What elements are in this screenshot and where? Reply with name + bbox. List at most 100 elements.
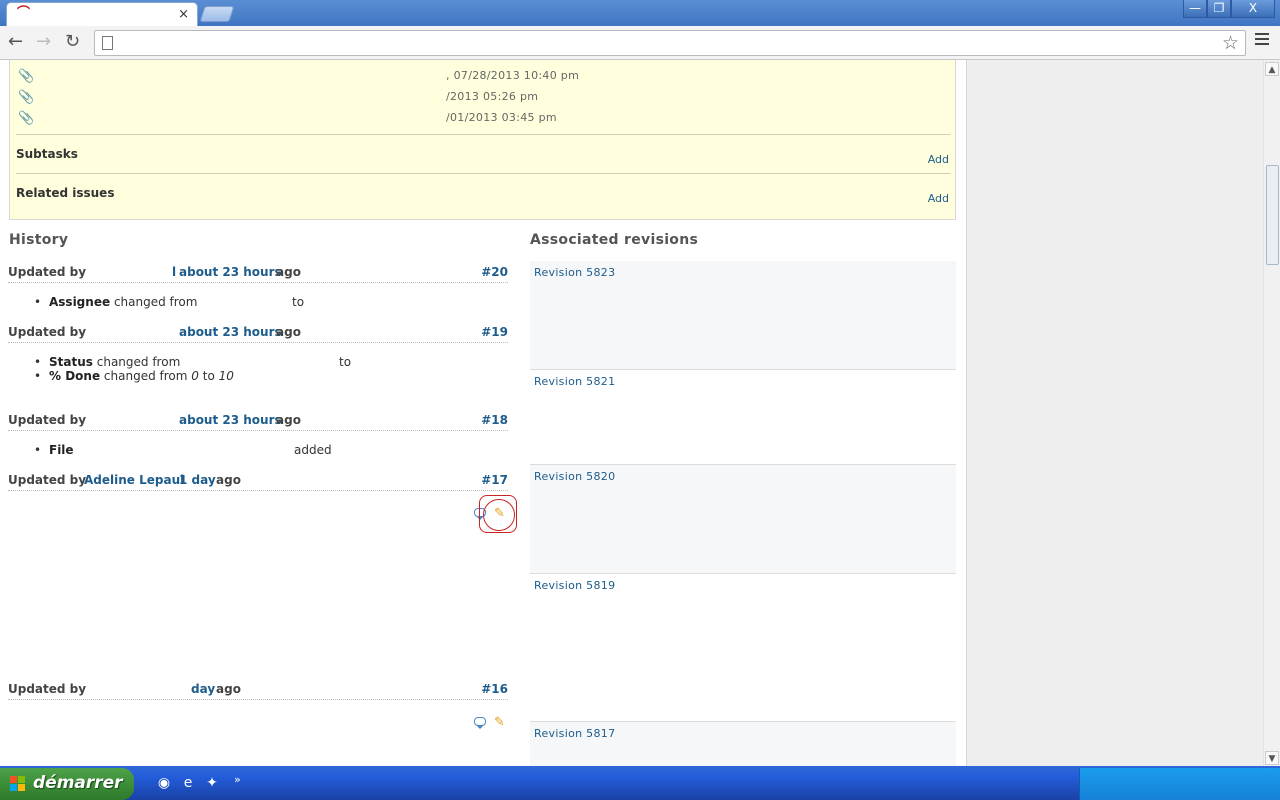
journal-number-link[interactable]: #19 (481, 325, 508, 339)
paperclip-icon: 📎 (18, 111, 35, 126)
redmine-favicon-icon: ⌒ (17, 6, 31, 21)
associated-revisions-title: Associated revisions (530, 232, 699, 248)
subtasks-heading: Subtasks (16, 147, 78, 161)
journal-time-link[interactable]: about 23 hours (179, 265, 282, 279)
page-scrollbar[interactable]: ▲ ▼ (1263, 60, 1280, 766)
revision-item: Revision 5820 (530, 465, 956, 574)
edit-pencil-icon[interactable]: ✎ (494, 715, 505, 730)
scroll-up-icon[interactable]: ▲ (1265, 62, 1279, 76)
journal-header: Updated by about 23 hours ago #19 (8, 325, 508, 343)
ago-label: ago (276, 265, 301, 279)
journal-header: Updated by about 23 hours ago #18 (8, 413, 508, 431)
detail-text: changed from (113, 295, 198, 309)
journal-number-link[interactable]: #17 (481, 473, 508, 487)
app-quicklaunch-icon[interactable]: ✦ (204, 775, 220, 791)
detail-text: changed from (96, 355, 181, 369)
revision-link[interactable]: Revision 5820 (534, 470, 615, 483)
journal-time-link[interactable]: 1 day (179, 473, 216, 487)
revision-link[interactable]: Revision 5817 (534, 727, 615, 740)
attachment-date: , 07/28/2013 10:40 pm (446, 69, 580, 82)
journal-header: Updated by l about 23 hours ago #20 (8, 265, 508, 283)
add-related-issue-link[interactable]: Add (928, 192, 949, 205)
ago-label: ago (276, 325, 301, 339)
journal-number-link[interactable]: #20 (481, 265, 508, 279)
scroll-down-icon[interactable]: ▼ (1265, 751, 1279, 765)
detail-field: % Done (49, 369, 101, 383)
revision-link[interactable]: Revision 5821 (534, 375, 615, 388)
reload-icon[interactable]: ↻ (65, 33, 80, 51)
restore-button[interactable]: ❐ (1207, 0, 1231, 18)
quote-comment-icon[interactable] (474, 717, 486, 729)
system-tray (1079, 768, 1280, 800)
journal-number-link[interactable]: #16 (481, 682, 508, 696)
updated-by-label: Updated by (8, 473, 87, 487)
journal-time-link[interactable]: about 23 hours (179, 325, 282, 339)
browser-toolbar: ← → ↻ ☆ (0, 26, 1280, 60)
revision-link[interactable]: Revision 5823 (534, 266, 615, 279)
windows-logo-icon (10, 776, 26, 792)
updated-by-label: Updated by (8, 413, 87, 427)
forward-icon[interactable]: → (36, 33, 51, 51)
journal-time-link[interactable]: day (191, 682, 215, 696)
attachment-date: /01/2013 03:45 pm (446, 111, 557, 124)
windows-taskbar: démarrer ◉ e ✦ » (0, 766, 1280, 800)
revision-link[interactable]: Revision 5819 (534, 579, 615, 592)
address-bar[interactable]: ☆ (94, 30, 1246, 56)
journal-author-link[interactable]: Adeline Lepaul (84, 473, 184, 487)
tab-close-icon[interactable]: × (178, 7, 189, 22)
quick-launch-more-icon[interactable]: » (234, 773, 241, 786)
revision-item: Revision 5817 (530, 722, 956, 766)
paperclip-icon: 📎 (18, 90, 35, 105)
browser-tab[interactable]: ⌒ × (6, 2, 198, 26)
detail-field: Status (49, 355, 93, 369)
updated-by-label: Updated by (8, 265, 87, 279)
back-icon[interactable]: ← (8, 33, 23, 51)
chrome-menu-icon[interactable] (1255, 33, 1269, 47)
sidebar (966, 60, 1263, 766)
chrome-quicklaunch-icon[interactable]: ◉ (156, 775, 172, 791)
attachment-date: /2013 05:26 pm (446, 90, 539, 103)
journal-header: Updated by Adeline Lepaul 1 day ago #17 (8, 473, 508, 491)
history-title: History (9, 232, 69, 248)
paperclip-icon: 📎 (18, 69, 35, 84)
minimize-button[interactable]: — (1183, 0, 1207, 18)
attachment-row: 📎 /2013 05:26 pm (18, 90, 948, 106)
divider (16, 134, 950, 135)
issue-details-box: 📎 , 07/28/2013 10:40 pm 📎 /2013 05:26 pm… (9, 60, 956, 220)
related-issues-heading: Related issues (16, 186, 115, 200)
detail-old-value: 0 (191, 369, 199, 383)
ago-label: ago (216, 682, 241, 696)
browser-titlebar: ⌒ × — ❐ X (0, 0, 1280, 26)
journal-number-link[interactable]: #18 (481, 413, 508, 427)
journal-actions: ✎ (474, 715, 514, 733)
close-window-button[interactable]: X (1231, 0, 1275, 18)
detail-field: Assignee (49, 295, 111, 309)
click-highlight-marker (479, 495, 517, 533)
detail-text: changed from (103, 369, 188, 383)
ago-label: ago (216, 473, 241, 487)
start-button[interactable]: démarrer (0, 768, 134, 800)
detail-to: to (292, 295, 305, 309)
journal-author-link[interactable]: l (172, 265, 176, 279)
page-viewport: 📎 , 07/28/2013 10:40 pm 📎 /2013 05:26 pm… (0, 60, 1263, 766)
internet-explorer-icon[interactable]: e (180, 775, 196, 791)
page-icon (102, 36, 113, 50)
scroll-thumb[interactable] (1266, 165, 1279, 265)
divider (16, 173, 950, 174)
attachment-row: 📎 , 07/28/2013 10:40 pm (18, 69, 948, 85)
updated-by-label: Updated by (8, 682, 87, 696)
revision-item: Revision 5819 (530, 574, 956, 722)
detail-field: File (49, 443, 74, 457)
attachment-row: 📎 /01/2013 03:45 pm (18, 111, 948, 127)
bookmark-star-icon[interactable]: ☆ (1222, 32, 1239, 54)
ago-label: ago (276, 413, 301, 427)
journal-time-link[interactable]: about 23 hours (179, 413, 282, 427)
new-tab-button[interactable] (199, 6, 235, 22)
detail-text: added (294, 443, 332, 457)
detail-new-value: 10 (218, 369, 234, 383)
add-subtask-link[interactable]: Add (928, 153, 949, 166)
updated-by-label: Updated by (8, 325, 87, 339)
detail-to: to (339, 355, 352, 369)
start-label: démarrer (33, 773, 123, 793)
journal-header: Updated by day ago #16 (8, 682, 508, 700)
